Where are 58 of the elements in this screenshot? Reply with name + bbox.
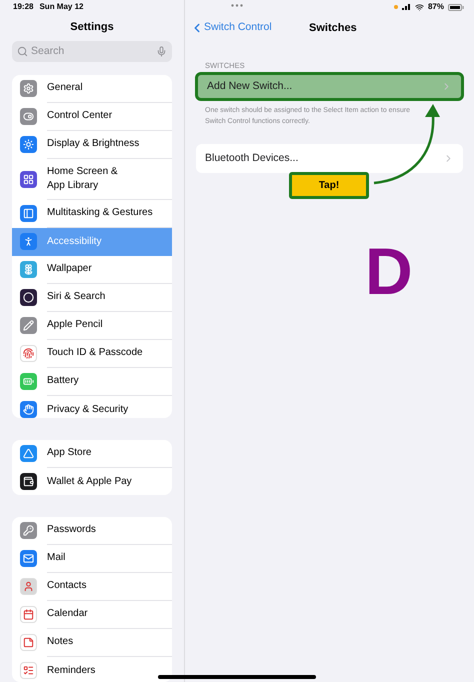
search-bar[interactable]: Search — [12, 41, 172, 62]
item-label: Home Screen & App Library — [47, 164, 119, 193]
sidebar-item[interactable]: General — [12, 74, 172, 103]
item-label: General — [47, 81, 84, 96]
sidebar-item[interactable]: Contacts — [12, 572, 172, 601]
sidebar-item[interactable]: Mail — [12, 544, 172, 573]
sidebar-item[interactable]: Privacy & Security — [12, 396, 172, 418]
settings-row[interactable]: Bluetooth Devices... — [196, 144, 463, 174]
sidebar-item[interactable]: Reminders — [12, 656, 172, 682]
item-label: Accessibility — [47, 234, 102, 249]
item-label: Calendar — [47, 607, 89, 622]
item-label: Wallpaper — [47, 262, 93, 276]
sidebar-item[interactable]: Calendar — [12, 600, 172, 629]
settings-row[interactable]: Add New Switch... — [195, 72, 464, 102]
sidebar-item[interactable]: Touch ID & Passcode — [12, 340, 172, 368]
sidebar-item[interactable]: Home Screen & App Library — [12, 158, 172, 200]
item-label: Passwords — [47, 523, 97, 538]
sidebar-item[interactable]: Battery — [12, 368, 172, 396]
sidebar-item[interactable]: Passwords — [12, 516, 172, 545]
item-label: Multitasking & Gestures — [47, 206, 154, 220]
item-label: Display & Brightness — [47, 137, 140, 152]
search-field[interactable]: Search — [31, 44, 153, 60]
sidebar-item[interactable]: Display & Brightness — [12, 130, 172, 159]
signal-icon — [402, 4, 411, 10]
callout-label: Tap! — [289, 172, 369, 199]
microphone-icon — [156, 46, 167, 58]
item-label: Notes — [47, 635, 74, 650]
sidebar-item[interactable]: Notes — [12, 628, 172, 657]
sidebar-item[interactable]: Apple Pencil — [12, 312, 172, 340]
page-title: Switches — [309, 20, 357, 36]
item-label: Battery — [47, 374, 80, 388]
sidebar-item[interactable]: Control Center — [12, 102, 172, 131]
status-time: 19:28 — [13, 0, 34, 13]
item-label: Apple Pencil — [47, 318, 104, 332]
item-label: Control Center — [47, 109, 114, 124]
item-label: Contacts — [47, 579, 88, 594]
battery-percent: 87% — [428, 1, 444, 13]
wifi-icon — [414, 2, 424, 12]
row-label: Add New Switch... — [207, 78, 294, 94]
step-letter: D — [365, 238, 413, 304]
row-label: Bluetooth Devices... — [205, 150, 300, 166]
sidebar-item[interactable]: Wallet & Apple Pay — [12, 468, 172, 495]
status-date: Sun May 12 — [39, 0, 84, 13]
back-button[interactable]: Switch Control — [190, 20, 272, 36]
item-label: App Store — [47, 446, 92, 460]
sidebar-item[interactable]: Wallpaper — [12, 256, 172, 284]
item-label: Mail — [47, 551, 66, 566]
sidebar-item[interactable]: App Store — [12, 440, 172, 468]
item-label: Privacy & Security — [47, 402, 130, 417]
sidebar-title: Settings — [70, 20, 114, 36]
sidebar-item[interactable]: Siri & Search — [12, 284, 172, 312]
item-label: Wallet & Apple Pay — [47, 474, 133, 489]
item-label: Touch ID & Passcode — [47, 346, 144, 360]
search-icon — [17, 46, 28, 58]
item-label: Siri & Search — [47, 290, 106, 304]
battery-icon — [448, 4, 464, 10]
grabber-icon — [231, 4, 243, 7]
item-label: Reminders — [47, 664, 96, 678]
